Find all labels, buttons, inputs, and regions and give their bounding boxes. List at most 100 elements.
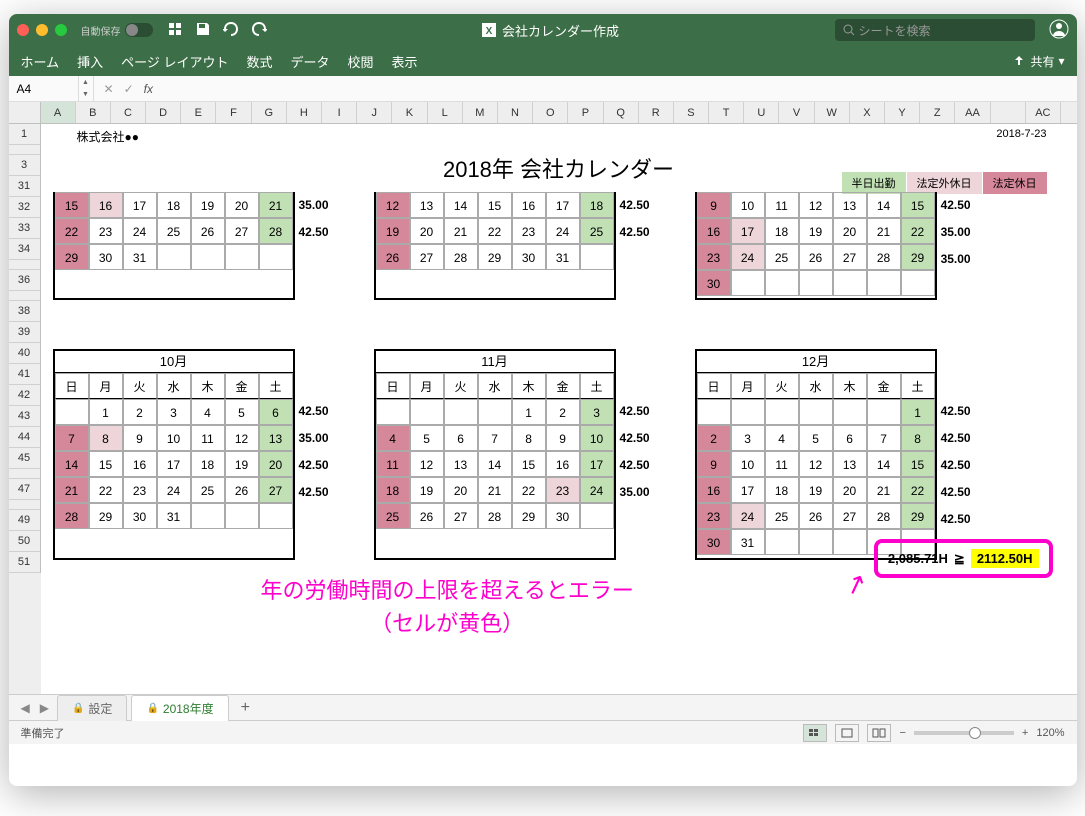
calendar-cell[interactable]: 5 [410,425,444,451]
column-header[interactable]: AC [1026,102,1061,123]
calendar-cell[interactable]: 20 [225,192,259,218]
column-header[interactable]: K [392,102,427,123]
row-header[interactable]: 32 [9,197,41,218]
calendar-cell[interactable]: 30 [89,244,123,270]
calendar-cell[interactable] [478,399,512,425]
maximize-button[interactable] [55,24,67,36]
calendar-cell[interactable]: 13 [259,425,293,451]
calendar-cell[interactable]: 3 [157,399,191,425]
row-header[interactable]: 36 [9,270,41,291]
calendar-cell[interactable]: 29 [55,244,89,270]
calendar-cell[interactable]: 25 [765,244,799,270]
calendar-cell[interactable]: 8 [512,425,546,451]
calendar-cell[interactable]: 29 [478,244,512,270]
row-header[interactable]: 31 [9,176,41,197]
calendar-cell[interactable] [765,270,799,296]
view-normal-button[interactable] [803,724,827,742]
calendar-cell[interactable]: 15 [512,451,546,477]
calendar-cell[interactable]: 18 [765,477,799,503]
close-button[interactable] [17,24,29,36]
calendar-cell[interactable]: 11 [765,451,799,477]
calendar-cell[interactable] [833,270,867,296]
calendar-cell[interactable]: 17 [580,451,614,477]
zoom-in-button[interactable]: + [1022,727,1028,739]
calendar-cell[interactable] [799,399,833,425]
calendar-cell[interactable]: 21 [259,192,293,218]
calendar-cell[interactable]: 31 [157,503,191,529]
calendar-cell[interactable]: 20 [410,218,444,244]
calendar-cell[interactable]: 4 [376,425,410,451]
calendar-cell[interactable]: 15 [55,192,89,218]
calendar-cell[interactable]: 4 [765,425,799,451]
row-header[interactable]: 40 [9,343,41,364]
calendar-cell[interactable]: 23 [123,477,157,503]
row-header[interactable]: 45 [9,448,41,469]
row-header[interactable]: 38 [9,301,41,322]
redo-icon[interactable] [251,21,267,40]
calendar-cell[interactable]: 8 [89,425,123,451]
calendar-cell[interactable]: 21 [867,218,901,244]
calendar-cell[interactable]: 28 [259,218,293,244]
calendar-cell[interactable]: 23 [512,218,546,244]
calendar-cell[interactable]: 28 [55,503,89,529]
calendar-cell[interactable]: 20 [444,477,478,503]
calendar-cell[interactable]: 19 [225,451,259,477]
calendar-cell[interactable]: 27 [833,503,867,529]
row-header[interactable]: 44 [9,427,41,448]
calendar-cell[interactable]: 16 [89,192,123,218]
calendar-cell[interactable] [765,529,799,555]
view-page-break-button[interactable] [867,724,891,742]
calendar-cell[interactable]: 19 [410,477,444,503]
column-header[interactable]: W [815,102,850,123]
autosave-toggle[interactable]: 自動保存 [81,23,153,38]
calendar-cell[interactable]: 25 [191,477,225,503]
calendar-cell[interactable]: 30 [546,503,580,529]
calendar-cell[interactable]: 1 [512,399,546,425]
column-header[interactable]: C [111,102,146,123]
calendar-cell[interactable]: 29 [512,503,546,529]
calendar-cell[interactable]: 12 [799,451,833,477]
calendar-cell[interactable]: 26 [799,244,833,270]
view-page-layout-button[interactable] [835,724,859,742]
calendar-cell[interactable]: 14 [478,451,512,477]
calendar-cell[interactable]: 12 [410,451,444,477]
column-header[interactable]: A [41,102,76,123]
calendar-cell[interactable]: 15 [478,192,512,218]
home-icon[interactable] [167,21,183,40]
calendar-cell[interactable]: 5 [225,399,259,425]
calendar-cell[interactable] [731,399,765,425]
calendar-cell[interactable]: 30 [697,529,731,555]
calendar-cell[interactable]: 10 [157,425,191,451]
calendar-cell[interactable]: 2 [697,425,731,451]
calendar-cell[interactable]: 4 [191,399,225,425]
tab-insert[interactable]: 挿入 [77,52,103,71]
column-header[interactable]: O [533,102,568,123]
calendar-cell[interactable]: 31 [731,529,765,555]
calendar-cell[interactable] [901,270,935,296]
calendar-cell[interactable] [225,244,259,270]
calendar-cell[interactable]: 3 [580,399,614,425]
calendar-cell[interactable]: 24 [580,477,614,503]
row-header[interactable] [9,260,41,270]
row-header[interactable] [9,291,41,301]
calendar-cell[interactable]: 15 [901,192,935,218]
column-header[interactable]: B [76,102,111,123]
calendar-cell[interactable]: 5 [799,425,833,451]
calendar-cell[interactable] [259,503,293,529]
calendar-cell[interactable]: 23 [546,477,580,503]
column-header[interactable]: V [779,102,814,123]
calendar-cell[interactable]: 24 [731,503,765,529]
calendar-cell[interactable]: 22 [901,477,935,503]
tab-page-layout[interactable]: ページ レイアウト [121,52,228,71]
calendar-cell[interactable]: 26 [225,477,259,503]
calendar-cell[interactable]: 25 [376,503,410,529]
calendar-cell[interactable]: 23 [697,503,731,529]
confirm-icon[interactable]: ✓ [124,82,134,96]
calendar-cell[interactable] [833,399,867,425]
tab-formulas[interactable]: 数式 [247,52,273,71]
calendar-cell[interactable]: 27 [259,477,293,503]
calendar-cell[interactable]: 23 [89,218,123,244]
calendar-cell[interactable]: 22 [55,218,89,244]
calendar-cell[interactable]: 26 [191,218,225,244]
calendar-cell[interactable] [191,503,225,529]
